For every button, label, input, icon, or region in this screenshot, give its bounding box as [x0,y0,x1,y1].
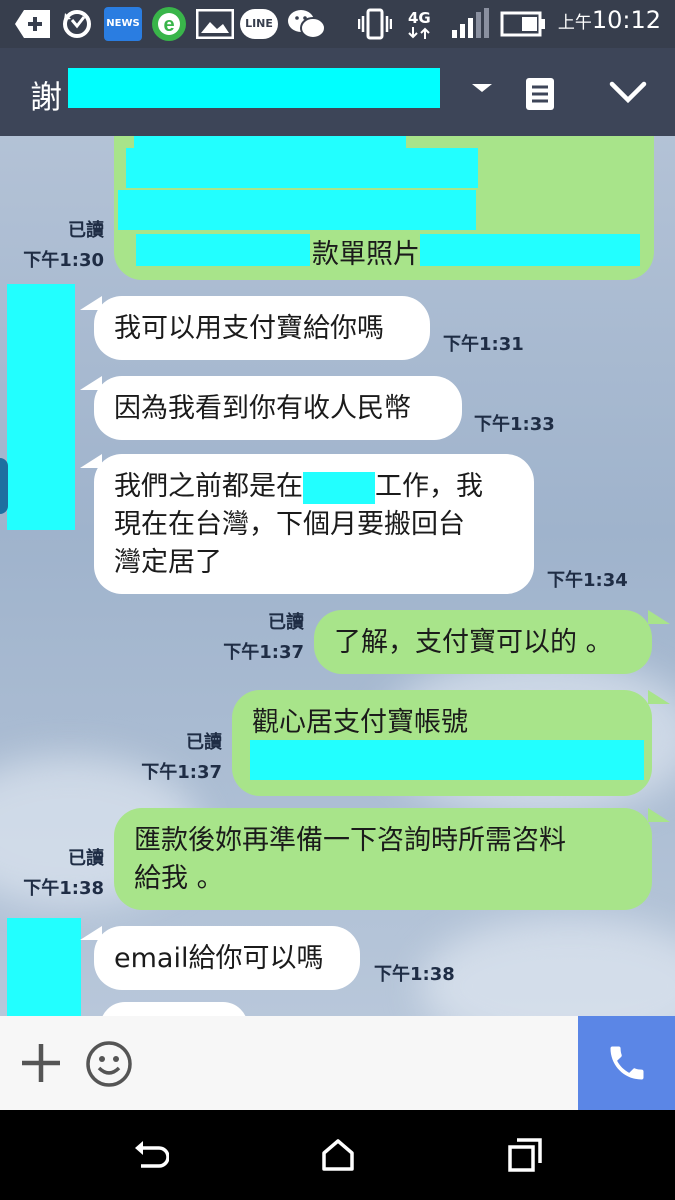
redacted-text [136,234,310,266]
timestamp: 下午1:33 [474,414,555,435]
redacted-text [134,136,406,148]
read-receipt: 已讀 [68,848,104,869]
network-label: 4G [408,9,431,27]
message-text: 我們之前都是在 [114,471,303,502]
timestamp: 下午1:37 [223,642,304,663]
read-receipt: 已讀 [268,612,304,633]
redacted-text [118,190,476,230]
bubble-tail [648,690,670,704]
read-receipt: 已讀 [68,220,104,241]
message-bubble-incoming[interactable]: 因為我看到你有收人民幣 [94,376,462,440]
timestamp: 下午1:37 [141,762,222,783]
line-app-icon: LINE [240,8,278,40]
bubble-tail [648,610,670,624]
line-label: LINE [240,9,278,39]
message-meta: 已讀 下午1:37 [200,608,304,668]
message-text: 了解，支付寶可以的 。 [334,627,613,658]
message-meta: 已讀 下午1:37 [120,728,222,788]
chat-title[interactable]: 謝 [30,72,62,118]
background-cloud [420,916,675,1016]
redacted-text [126,148,478,188]
message-text: email給你可以嗎 [114,943,324,974]
message-line: 我們之前都是在 工作，我 [114,468,514,506]
back-icon[interactable] [133,1138,170,1176]
news-label: NEWS [104,7,142,41]
read-receipt: 已讀 [186,732,222,753]
image-notification-icon [196,8,234,40]
vibrate-icon [358,8,392,40]
notes-icon[interactable] [524,76,556,116]
clock-time: 10:12 [591,6,661,34]
message-text: 我可以用支付寶給你嗎 [114,313,384,344]
redacted-account-number [250,740,644,780]
bubble-tail [648,808,670,822]
redacted-text [420,234,640,266]
collapse-chevron-icon[interactable] [608,80,648,110]
status-bar: NEWS e LINE 4G 上午10:12 [0,0,675,48]
network-4g-icon: 4G [408,8,431,40]
timestamp: 下午1:30 [23,250,104,271]
message-text: 工作，我 [375,471,483,502]
message-text: 給我 。 [134,863,224,894]
news-app-icon: NEWS [104,7,142,41]
message-bubble-outgoing[interactable]: 匯款後妳再準備一下咨詢時所需咨料 給我 。 [114,808,652,910]
redacted-avatar[interactable] [7,284,75,530]
message-text: 因為我看到你有收人民幣 [114,393,411,424]
recents-icon[interactable] [508,1138,542,1176]
message-bubble-outgoing[interactable]: 了解，支付寶可以的 。 [314,610,652,674]
timestamp: 下午1:31 [443,334,524,355]
message-text: 灣定居了 [114,547,222,578]
message-text: 觀心居支付寶帳號 [252,707,468,738]
svg-text:e: e [163,14,174,36]
message-text: 現在在台灣，下個月要搬回台 [114,509,465,540]
redacted-avatar[interactable] [7,918,81,1016]
message-meta: 已讀 下午1:30 [14,216,104,276]
battery-icon [500,8,548,40]
chat-area[interactable]: 款單照片 已讀 下午1:30 我可以用支付寶給你嗎 下午1:31 因為我看到你有… [0,136,675,1016]
signal-icon [450,8,490,40]
timestamp: 下午1:38 [23,878,104,899]
message-text: 款單照片 [312,239,420,270]
redacted-contact-name [68,68,440,108]
add-notification-icon [14,8,54,40]
timestamp: 下午1:38 [374,964,455,985]
message-input-bar [0,1016,675,1110]
clock-ampm: 上午 [557,13,592,33]
call-button[interactable] [578,1016,675,1110]
message-meta: 已讀 下午1:38 [4,844,104,904]
smiley-icon[interactable] [85,1040,133,1092]
wechat-icon [286,8,326,40]
browser-e-icon: e [150,7,188,41]
chevron-down-icon[interactable] [468,78,496,102]
phone-icon [610,1046,643,1080]
timestamp: 下午1:34 [547,570,628,591]
sync-icon [60,8,94,40]
avatar-edge [0,458,8,514]
message-text: 匯款後妳再準備一下咨詢時所需咨料 [134,825,566,856]
home-icon[interactable] [321,1138,355,1176]
message-bubble-incoming[interactable]: 我們之前都是在 工作，我 現在在台灣，下個月要搬回台 灣定居了 [94,454,534,594]
message-bubble-incoming[interactable] [100,1002,248,1016]
plus-icon[interactable] [20,1042,62,1088]
chat-header: 謝 [0,48,675,136]
redacted-text [303,471,375,504]
message-bubble-incoming[interactable]: 我可以用支付寶給你嗎 [94,296,430,360]
message-bubble-incoming[interactable]: email給你可以嗎 [94,926,360,990]
clock: 上午10:12 [558,6,661,34]
system-nav-bar [0,1110,675,1200]
